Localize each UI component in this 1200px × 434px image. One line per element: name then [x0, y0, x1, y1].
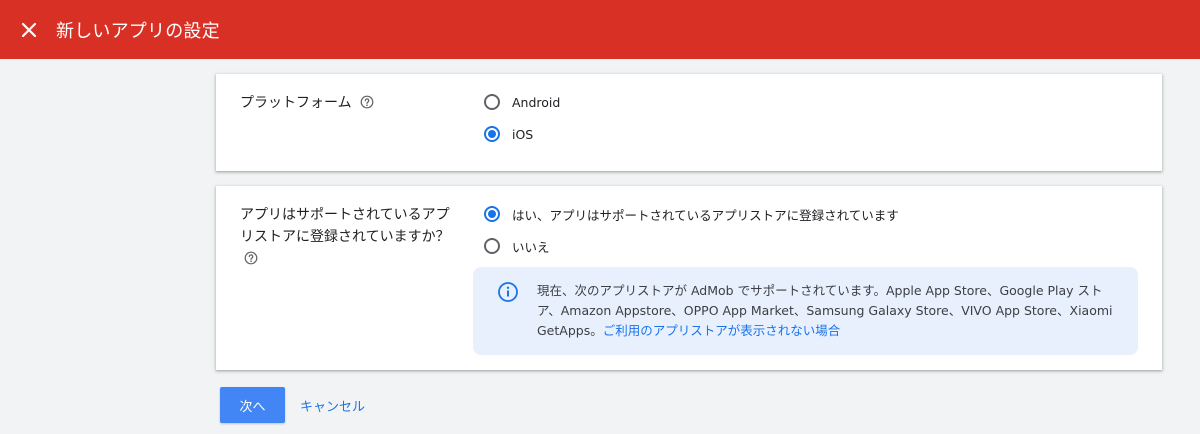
close-icon	[21, 22, 37, 37]
store-label: アプリはサポートされているアプリストアに登録されていますか？	[240, 207, 450, 245]
radio-yes[interactable]: はい、アプリはサポートされているアプリストアに登録されています	[482, 204, 899, 224]
radio-button[interactable]	[484, 238, 500, 254]
radio-yes-label: はい、アプリはサポートされているアプリストアに登録されています	[512, 207, 899, 223]
info-text: 現在、次のアプリストアが AdMob でサポートされています。Apple App…	[537, 281, 1117, 341]
radio-ios[interactable]: iOS	[482, 124, 533, 144]
radio-button-checked[interactable]	[484, 126, 500, 142]
info-banner: 現在、次のアプリストアが AdMob でサポートされています。Apple App…	[473, 267, 1138, 355]
help-circle-icon[interactable]	[244, 251, 258, 265]
platform-label-row: プラットフォーム	[240, 92, 460, 114]
radio-no-label: いいえ	[512, 239, 550, 255]
radio-android-label: Android	[512, 94, 561, 110]
next-button[interactable]: 次へ	[220, 387, 285, 423]
radio-ios-label: iOS	[512, 126, 534, 142]
info-icon	[498, 282, 518, 302]
radio-no[interactable]: いいえ	[482, 236, 550, 256]
unsupported-store-link[interactable]: ご利用のアプリストアが表示されない場合	[603, 323, 841, 338]
radio-android[interactable]: Android	[482, 92, 560, 112]
help-circle-icon[interactable]	[360, 95, 374, 109]
close-button[interactable]	[18, 19, 40, 41]
platform-card: プラットフォーム Android iOS	[216, 74, 1162, 171]
store-label-row: アプリはサポートされているアプリストアに登録されていますか？	[240, 204, 460, 270]
cancel-button[interactable]: キャンセル	[300, 387, 365, 423]
radio-button[interactable]	[484, 94, 500, 110]
radio-button-checked[interactable]	[484, 206, 500, 222]
page-title: 新しいアプリの設定	[56, 20, 220, 42]
platform-label: プラットフォーム	[240, 95, 352, 111]
app-store-card: アプリはサポートされているアプリストアに登録されていますか？ はい、アプリはサポ…	[216, 186, 1162, 370]
top-app-bar: 新しいアプリの設定	[0, 0, 1200, 59]
